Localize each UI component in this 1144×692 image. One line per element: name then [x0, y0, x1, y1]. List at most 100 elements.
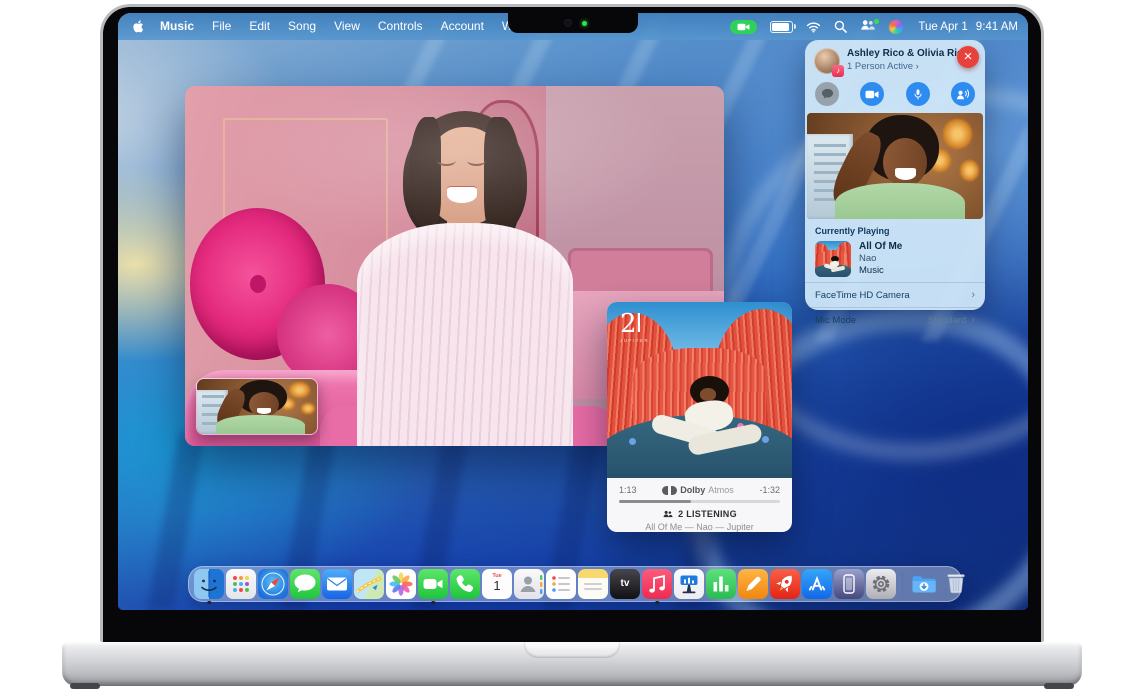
currently-playing-song[interactable]: All Of Me Nao Music — [815, 241, 975, 277]
menu-edit[interactable]: Edit — [240, 13, 279, 40]
participant-thumbnail[interactable] — [807, 113, 983, 219]
dock-keynote-icon[interactable] — [674, 569, 704, 599]
menu-account[interactable]: Account — [432, 13, 493, 40]
shareplay-button[interactable] — [951, 82, 975, 106]
messages-button[interactable] — [815, 82, 839, 106]
camera-setting-row[interactable]: FaceTime HD Camera › — [805, 282, 985, 307]
call-active-status[interactable]: 1 Person Active › — [847, 61, 969, 72]
dock: Tue1 tv — [188, 566, 962, 602]
clock-date: Tue Apr 1 — [918, 21, 967, 33]
camera-button[interactable] — [860, 82, 884, 106]
shareplay-music-card[interactable]: 2 JUPITER 1:13 Dolby Atmos -1:32 — [607, 302, 792, 532]
mic-mode-label: Mic Mode — [815, 315, 856, 326]
self-view-pip[interactable] — [196, 378, 318, 435]
chevron-right-icon: › — [916, 61, 919, 72]
dock-system-settings-icon[interactable] — [866, 569, 896, 599]
playback-progress-bar[interactable] — [619, 500, 780, 503]
album-logo-glyph: 2 — [620, 311, 637, 337]
dock-calendar-icon[interactable]: Tue1 — [482, 569, 512, 599]
dock-downloads-folder-icon[interactable] — [909, 569, 939, 599]
laptop-foot — [1044, 683, 1074, 689]
mute-button[interactable] — [906, 82, 930, 106]
calendar-day: 1 — [482, 579, 512, 593]
menu-bar-status: Tue Apr 1 9:41 AM — [730, 19, 1018, 34]
song-artist: Nao — [859, 253, 902, 265]
dock-contacts-icon[interactable] — [514, 569, 544, 599]
listeners-icon — [662, 510, 674, 518]
song-title: All Of Me — [859, 241, 902, 253]
menu-song[interactable]: Song — [279, 13, 325, 40]
dock-maps-icon[interactable] — [354, 569, 384, 599]
macbook-mockup: Music File Edit Song View Controls Accou… — [0, 0, 1144, 692]
dock-safari-icon[interactable] — [258, 569, 288, 599]
dock-finder-icon[interactable] — [194, 569, 224, 599]
call-avatar: ♪ — [814, 48, 840, 74]
mini-album-artwork — [815, 241, 851, 277]
local-participant-video — [197, 379, 317, 434]
remaining-time: -1:32 — [759, 485, 780, 495]
dock-mail-icon[interactable] — [322, 569, 352, 599]
dock-pages-icon[interactable] — [738, 569, 768, 599]
dock-messages-icon[interactable] — [290, 569, 320, 599]
track-info-line: All Of Me — Nao — Jupiter — [619, 522, 780, 532]
call-controls — [805, 79, 985, 113]
microphone-icon — [912, 87, 924, 102]
dock-notes-icon[interactable] — [578, 569, 608, 599]
laptop-display: Music File Edit Song View Controls Accou… — [118, 13, 1028, 610]
dock-launchpad-icon[interactable] — [226, 569, 256, 599]
dock-numbers-icon[interactable] — [706, 569, 736, 599]
display-notch — [508, 13, 638, 33]
music-app-badge-icon: ♪ — [832, 65, 844, 77]
apple-menu-icon[interactable] — [132, 19, 145, 34]
album-artwork: 2 JUPITER — [607, 302, 792, 478]
chevron-right-icon: › — [971, 314, 975, 326]
mic-mode-row[interactable]: Mic Mode Standard › — [805, 307, 985, 332]
dock-rocket-icon[interactable] — [770, 569, 800, 599]
dock-reminders-icon[interactable] — [546, 569, 576, 599]
album-logo-subtext: JUPITER — [620, 339, 649, 344]
dock-trash-icon[interactable] — [941, 569, 971, 599]
video-camera-icon — [865, 90, 879, 99]
menu-app-name[interactable]: Music — [151, 13, 203, 40]
chat-bubble-icon — [821, 88, 834, 100]
menu-view[interactable]: View — [325, 13, 369, 40]
dock-music-icon[interactable] — [642, 569, 672, 599]
camera-in-use-indicator[interactable] — [730, 20, 757, 34]
dock-iphone-mirroring-icon[interactable] — [834, 569, 864, 599]
camera-setting-label: FaceTime HD Camera — [815, 290, 910, 301]
dock-facetime-icon[interactable] — [418, 569, 448, 599]
lid-lift-notch — [524, 642, 620, 658]
dolby-atmos-badge: Dolby Atmos — [662, 485, 734, 495]
elapsed-time: 1:13 — [619, 485, 637, 495]
tv-label: tv — [610, 569, 640, 599]
widget-header: ♪ Ashley Rico & Olivia Rico 1 Person Act… — [805, 40, 985, 79]
menu-controls[interactable]: Controls — [369, 13, 432, 40]
dock-apple-tv-icon[interactable]: tv — [610, 569, 640, 599]
end-call-button[interactable]: × — [957, 46, 979, 68]
call-title: Ashley Rico & Olivia Rico — [847, 48, 969, 59]
clock-time: 9:41 AM — [976, 21, 1018, 33]
mic-mode-value: Standard — [928, 315, 967, 326]
dock-phone-icon[interactable] — [450, 569, 480, 599]
dock-photos-icon[interactable] — [386, 569, 416, 599]
shareplay-icon — [955, 88, 970, 101]
shareplay-status-icon[interactable] — [860, 19, 876, 34]
currently-playing-section: Currently Playing All Of Me Nao Music — [805, 219, 985, 282]
menu-bar-clock[interactable]: Tue Apr 1 9:41 AM — [918, 21, 1018, 33]
dolby-logo-icon — [671, 486, 677, 495]
music-card-controls: 1:13 Dolby Atmos -1:32 2 LISTENING All O… — [607, 478, 792, 532]
menu-file[interactable]: File — [203, 13, 240, 40]
wifi-icon[interactable] — [806, 21, 821, 33]
song-app: Music — [859, 265, 902, 277]
currently-playing-label: Currently Playing — [815, 226, 975, 236]
participant-video — [807, 113, 983, 219]
search-icon[interactable] — [834, 20, 847, 33]
battery-icon[interactable] — [770, 21, 793, 33]
siri-icon[interactable] — [889, 20, 903, 34]
dock-separator — [902, 571, 903, 597]
shareplay-active-dot — [874, 19, 879, 24]
laptop-foot — [70, 683, 100, 689]
dock-app-store-icon[interactable] — [802, 569, 832, 599]
playback-progress-fill — [619, 500, 691, 503]
dolby-logo-icon — [662, 486, 668, 495]
